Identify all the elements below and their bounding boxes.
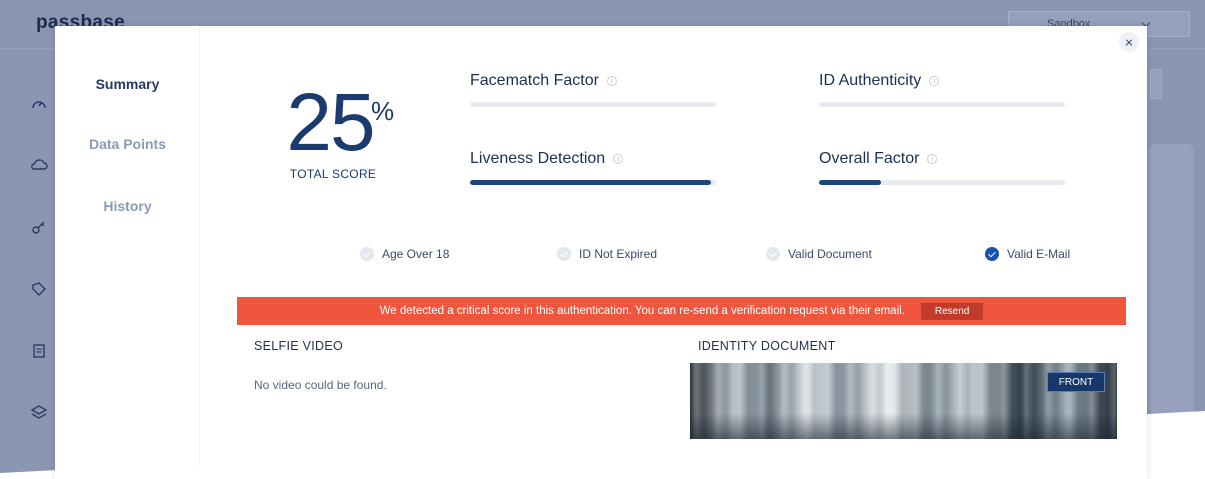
progress-bar [819, 102, 1065, 107]
info-icon[interactable] [613, 154, 624, 164]
info-icon[interactable] [929, 76, 940, 86]
key-icon[interactable] [29, 217, 49, 237]
critical-score-alert: We detected a critical score in this aut… [237, 297, 1126, 325]
check-circle-icon [766, 247, 780, 261]
front-tag-button[interactable]: FRONT [1047, 372, 1105, 392]
resend-button[interactable]: Resend [920, 302, 984, 320]
progress-fill [819, 180, 881, 185]
metric-id-authenticity: ID Authenticity [819, 72, 1065, 107]
identity-document-image[interactable]: FRONT [690, 363, 1117, 439]
score-label: TOTAL SCORE [289, 167, 377, 181]
background-card [1150, 144, 1194, 414]
check-circle-icon [557, 247, 571, 261]
check-circle-icon [360, 247, 374, 261]
score-unit: % [371, 96, 395, 126]
metric-overall: Overall Factor [819, 150, 1065, 185]
progress-bar [470, 102, 716, 107]
gauge-icon[interactable] [29, 94, 49, 114]
progress-bar [470, 180, 716, 185]
metric-label: Facematch Factor [470, 72, 599, 89]
modal-sidebar: Summary Data Points History [55, 26, 200, 466]
check-label: Valid Document [788, 247, 872, 261]
progress-fill [470, 180, 712, 185]
sidebar-item-history[interactable]: History [55, 198, 200, 214]
metric-label: ID Authenticity [819, 72, 922, 89]
selfie-empty-text: No video could be found. [254, 378, 387, 392]
verification-modal: Summary Data Points History 25 % TOTAL S… [55, 26, 1147, 479]
document-icon[interactable] [29, 341, 49, 361]
cloud-icon[interactable] [29, 155, 49, 175]
close-icon[interactable] [1119, 32, 1139, 52]
identity-document-title: IDENTITY DOCUMENT [698, 339, 836, 353]
check-age-over-18: Age Over 18 [360, 247, 449, 261]
info-icon[interactable] [606, 76, 617, 86]
info-icon[interactable] [927, 154, 938, 164]
metric-facematch: Facematch Factor [470, 72, 716, 107]
check-valid-document: Valid Document [766, 247, 872, 261]
layers-icon[interactable] [29, 402, 49, 422]
check-label: ID Not Expired [579, 247, 658, 261]
metric-label: Liveness Detection [470, 150, 606, 167]
check-label: Age Over 18 [382, 247, 450, 261]
progress-bar [819, 180, 1065, 185]
metric-label: Overall Factor [819, 150, 920, 167]
check-valid-email: Valid E-Mail [985, 247, 1070, 261]
metric-liveness: Liveness Detection [470, 150, 716, 185]
sidebar-item-data-points[interactable]: Data Points [55, 136, 200, 152]
selfie-video-title: SELFIE VIDEO [254, 339, 344, 353]
check-label: Valid E-Mail [1007, 247, 1071, 261]
alert-message: We detected a critical score in this aut… [379, 305, 905, 317]
tag-icon[interactable] [29, 279, 49, 299]
check-circle-icon [985, 247, 999, 261]
background-button [1150, 69, 1162, 99]
sidebar-item-summary[interactable]: Summary [55, 76, 200, 92]
check-id-not-expired: ID Not Expired [557, 247, 657, 261]
